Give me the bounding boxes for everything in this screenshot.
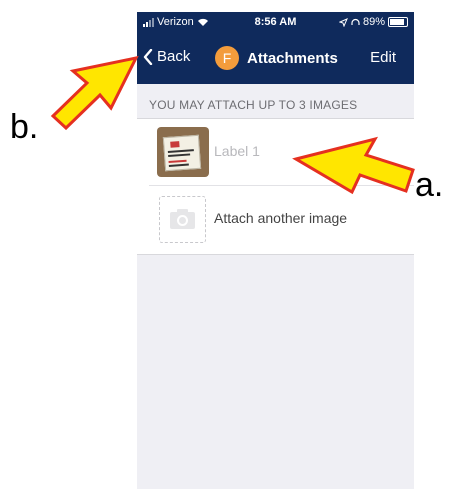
attachment-row[interactable]: Label 1 (137, 119, 414, 186)
annotation-label-b: b. (10, 108, 39, 146)
page-title: Attachments (247, 49, 338, 67)
attachment-label[interactable]: Label 1 (214, 143, 260, 159)
sign-image (162, 134, 202, 172)
annotation-label-a: a. (415, 166, 444, 204)
attach-another-row[interactable]: Attach another image (137, 186, 414, 252)
back-label: Back (157, 48, 191, 65)
phone-screen: Verizon 8:56 AM 89% Back F Attachments E… (137, 12, 414, 489)
edit-button[interactable]: Edit (370, 49, 396, 66)
attachment-thumbnail[interactable] (157, 127, 209, 177)
nav-title-group: F Attachments (215, 46, 338, 70)
status-right: 89% (338, 16, 408, 28)
attachments-list: Label 1 Attach another image (137, 118, 414, 255)
camera-icon (170, 209, 195, 229)
headphones-icon (351, 18, 360, 25)
navigation-bar: Back F Attachments Edit (137, 34, 414, 84)
back-button[interactable]: Back (143, 48, 190, 65)
battery-icon (388, 17, 408, 27)
status-bar: Verizon 8:56 AM 89% (137, 12, 414, 34)
location-icon (338, 17, 348, 27)
attach-another-label: Attach another image (214, 210, 348, 226)
section-header: YOU MAY ATTACH UP TO 3 IMAGES (149, 98, 358, 112)
avatar: F (215, 46, 239, 70)
battery-percent: 89% (362, 16, 385, 28)
chevron-left-icon (143, 48, 153, 65)
add-image-placeholder[interactable] (159, 196, 206, 243)
